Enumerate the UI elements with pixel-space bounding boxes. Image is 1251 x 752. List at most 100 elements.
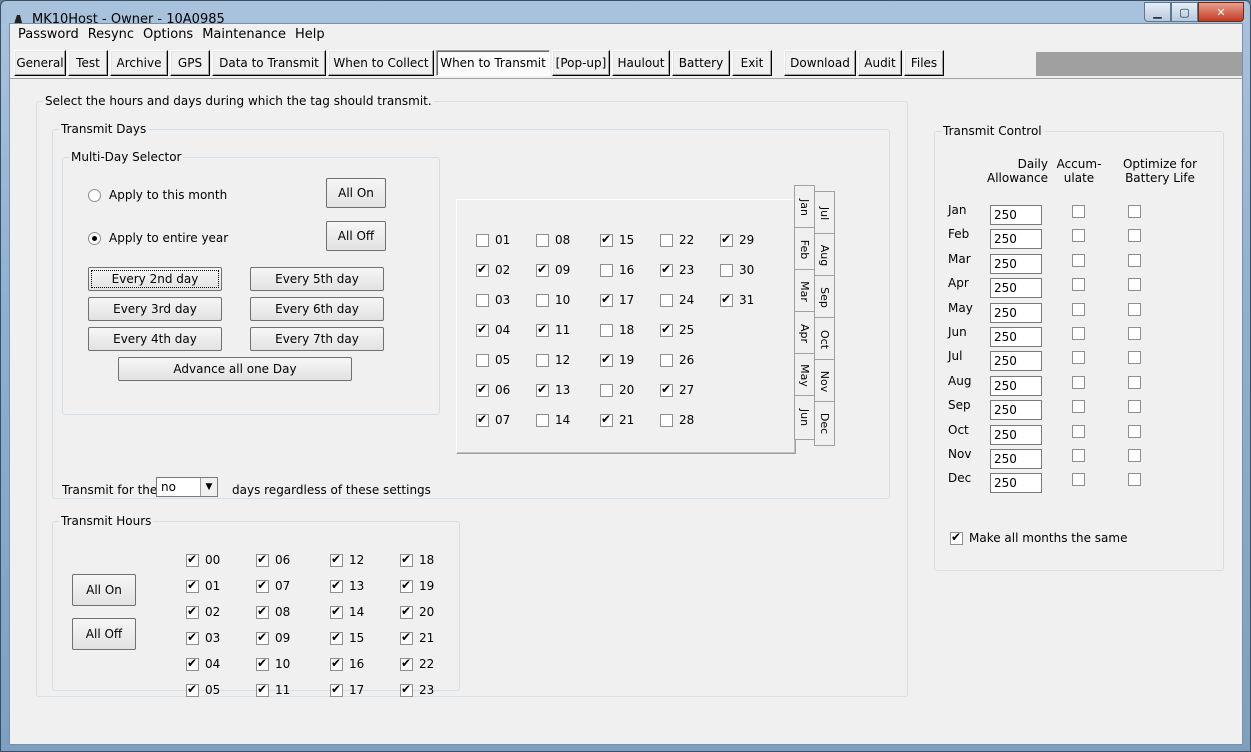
hour-checkbox[interactable]: 11 xyxy=(256,682,290,697)
hour-checkbox[interactable]: 00 xyxy=(186,552,220,567)
days-all-off-button[interactable]: All Off xyxy=(326,221,386,251)
daily-allowance-input[interactable]: 250 xyxy=(990,278,1042,299)
every-7th-day-button[interactable]: Every 7th day xyxy=(250,327,384,351)
daily-allowance-input[interactable]: 250 xyxy=(990,205,1042,225)
menu-password[interactable]: Password xyxy=(18,24,86,44)
minimize-button[interactable]: ▁ xyxy=(1144,2,1171,22)
hour-checkbox[interactable]: 07 xyxy=(256,578,290,593)
month-tab[interactable]: Sep xyxy=(814,275,835,320)
accumulate-checkbox[interactable] xyxy=(1072,229,1091,243)
accumulate-checkbox[interactable] xyxy=(1072,327,1091,340)
tab-popup[interactable]: [Pop-up] xyxy=(552,50,610,76)
every-2nd-day-button[interactable]: Every 2nd day xyxy=(88,267,222,291)
day-checkbox[interactable]: 05 xyxy=(476,353,510,367)
day-checkbox[interactable]: 16 xyxy=(600,263,634,277)
tab-exit[interactable]: Exit xyxy=(732,50,772,76)
daily-allowance-input[interactable]: 250 xyxy=(990,375,1042,396)
accumulate-checkbox[interactable] xyxy=(1072,449,1091,462)
daily-allowance-input[interactable]: 250 xyxy=(990,229,1042,250)
every-5th-day-button[interactable]: Every 5th day xyxy=(250,267,384,291)
apply-entire-year-radio[interactable]: Apply to entire year xyxy=(88,231,228,245)
hour-checkbox[interactable]: 18 xyxy=(400,552,434,567)
menu-help[interactable]: Help xyxy=(295,24,332,44)
day-checkbox[interactable]: 04 xyxy=(476,322,510,337)
day-checkbox[interactable]: 12 xyxy=(536,353,570,367)
day-checkbox[interactable]: 18 xyxy=(600,323,634,337)
apply-this-month-radio[interactable]: Apply to this month xyxy=(88,188,227,202)
accumulate-checkbox[interactable] xyxy=(1072,375,1091,389)
daily-allowance-input[interactable]: 250 xyxy=(990,327,1042,347)
month-tab[interactable]: Jan xyxy=(794,185,815,230)
day-checkbox[interactable]: 24 xyxy=(660,293,694,307)
hour-checkbox[interactable]: 19 xyxy=(400,578,434,593)
optimize-battery-checkbox[interactable] xyxy=(1128,351,1147,365)
daily-allowance-input[interactable]: 250 xyxy=(990,253,1042,274)
hour-checkbox[interactable]: 06 xyxy=(256,552,290,567)
day-checkbox[interactable]: 29 xyxy=(720,232,754,247)
day-checkbox[interactable]: 28 xyxy=(660,413,694,427)
hour-checkbox[interactable]: 08 xyxy=(256,604,290,619)
accumulate-checkbox[interactable] xyxy=(1072,400,1091,414)
daily-allowance-input[interactable]: 250 xyxy=(990,449,1042,469)
tab-when-to-transmit[interactable]: When to Transmit xyxy=(436,50,550,76)
day-checkbox[interactable]: 07 xyxy=(476,412,510,427)
day-checkbox[interactable]: 20 xyxy=(600,383,634,397)
optimize-battery-checkbox[interactable] xyxy=(1128,449,1147,462)
daily-allowance-input[interactable]: 250 xyxy=(990,424,1042,445)
month-tab[interactable]: Jul xyxy=(814,191,835,236)
hour-checkbox[interactable]: 09 xyxy=(256,630,290,645)
hour-checkbox[interactable]: 12 xyxy=(330,552,364,567)
days-all-on-button[interactable]: All On xyxy=(326,178,386,208)
month-tab[interactable]: Feb xyxy=(794,227,815,272)
hour-checkbox[interactable]: 04 xyxy=(186,656,220,671)
day-checkbox[interactable]: 08 xyxy=(536,233,570,247)
daily-allowance-input[interactable]: 250 xyxy=(990,473,1042,494)
hour-checkbox[interactable]: 22 xyxy=(400,656,434,671)
accumulate-checkbox[interactable] xyxy=(1072,302,1091,316)
month-tab[interactable]: Dec xyxy=(814,401,835,446)
daily-allowance-input[interactable]: 250 xyxy=(990,351,1042,372)
accumulate-checkbox[interactable] xyxy=(1072,473,1091,487)
tab-when-to-collect[interactable]: When to Collect xyxy=(328,50,434,76)
hour-checkbox[interactable]: 10 xyxy=(256,656,290,671)
accumulate-checkbox[interactable] xyxy=(1072,253,1091,267)
day-checkbox[interactable]: 09 xyxy=(536,262,570,277)
optimize-battery-checkbox[interactable] xyxy=(1128,375,1147,389)
accumulate-checkbox[interactable] xyxy=(1072,424,1091,438)
tab-general[interactable]: General xyxy=(14,50,66,76)
hour-checkbox[interactable]: 02 xyxy=(186,604,220,619)
hour-checkbox[interactable]: 14 xyxy=(330,604,364,619)
tab-audit[interactable]: Audit xyxy=(858,50,902,76)
hour-checkbox[interactable]: 16 xyxy=(330,656,364,671)
accumulate-checkbox[interactable] xyxy=(1072,205,1091,218)
hours-all-on-button[interactable]: All On xyxy=(72,574,136,606)
tab-download[interactable]: Download xyxy=(784,50,856,76)
month-tab[interactable]: Oct xyxy=(814,317,835,362)
day-checkbox[interactable]: 30 xyxy=(720,263,754,277)
menu-resync[interactable]: Resync xyxy=(88,24,141,44)
month-tab[interactable]: Mar xyxy=(794,269,815,314)
tab-test[interactable]: Test xyxy=(68,50,108,76)
daily-allowance-input[interactable]: 250 xyxy=(990,400,1042,421)
hour-checkbox[interactable]: 01 xyxy=(186,578,220,593)
every-3rd-day-button[interactable]: Every 3rd day xyxy=(88,297,222,321)
accumulate-checkbox[interactable] xyxy=(1072,278,1091,292)
hour-checkbox[interactable]: 23 xyxy=(400,682,434,697)
hour-checkbox[interactable]: 20 xyxy=(400,604,434,619)
make-all-months-same-checkbox[interactable]: Make all months the same xyxy=(950,530,1127,545)
day-checkbox[interactable]: 22 xyxy=(660,233,694,247)
optimize-battery-checkbox[interactable] xyxy=(1128,473,1147,487)
hours-all-off-button[interactable]: All Off xyxy=(72,618,136,650)
maximize-button[interactable]: ▢ xyxy=(1171,2,1198,22)
month-tab[interactable]: May xyxy=(794,353,815,398)
month-tab[interactable]: Jun xyxy=(794,395,815,440)
optimize-battery-checkbox[interactable] xyxy=(1128,278,1147,292)
day-checkbox[interactable]: 01 xyxy=(476,233,510,247)
day-checkbox[interactable]: 27 xyxy=(660,382,694,397)
hour-checkbox[interactable]: 17 xyxy=(330,682,364,697)
menu-maintenance[interactable]: Maintenance xyxy=(202,24,293,44)
hour-checkbox[interactable]: 15 xyxy=(330,630,364,645)
day-checkbox[interactable]: 26 xyxy=(660,353,694,367)
tab-archive[interactable]: Archive xyxy=(110,50,168,76)
optimize-battery-checkbox[interactable] xyxy=(1128,400,1147,414)
